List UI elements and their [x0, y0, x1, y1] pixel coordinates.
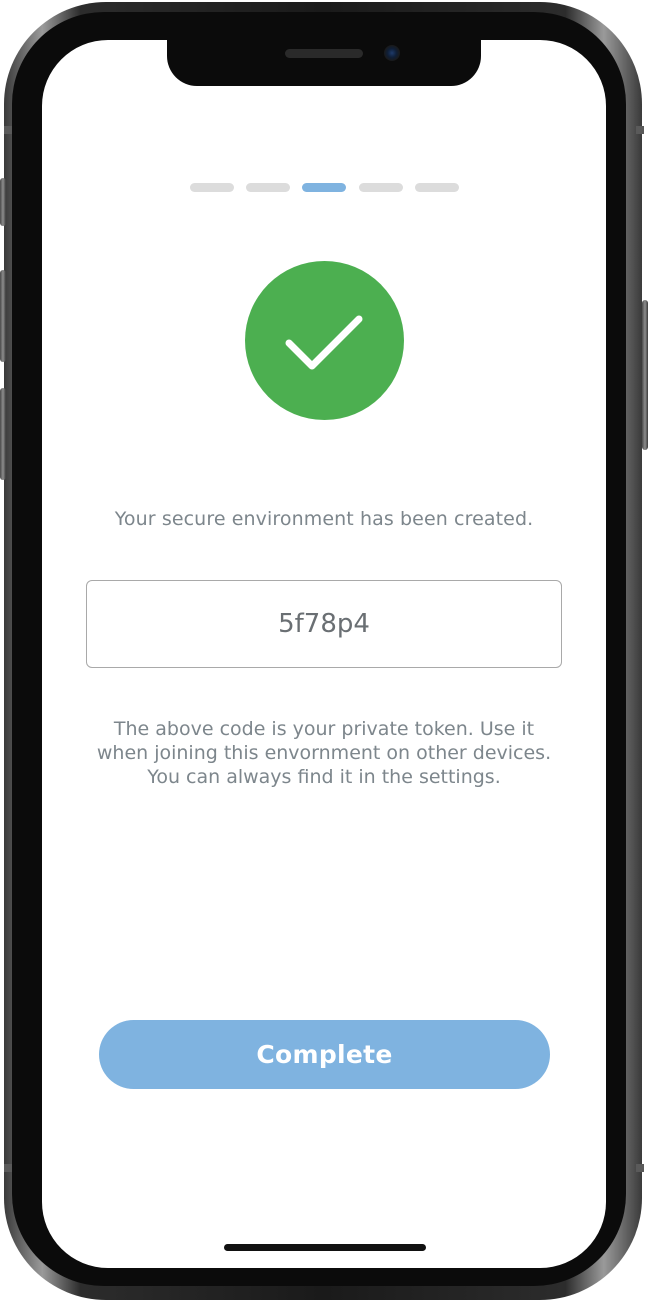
progress-step-1	[190, 183, 234, 192]
volume-up-button	[0, 270, 6, 362]
front-camera-icon	[384, 45, 400, 61]
antenna-line-right-top	[636, 126, 644, 134]
help-line-3: You can always find it in the settings.	[147, 766, 501, 788]
progress-step-2	[246, 183, 290, 192]
notch	[167, 40, 481, 86]
progress-step-4	[359, 183, 403, 192]
power-button	[642, 300, 648, 450]
token-help-text: The above code is your private token. Us…	[70, 717, 578, 789]
success-message: Your secure environment has been created…	[114, 508, 534, 530]
device-frame: Your secure environment has been created…	[0, 0, 648, 1308]
progress-step-5	[415, 183, 459, 192]
volume-down-button	[0, 388, 6, 480]
checkmark-icon	[285, 315, 363, 370]
antenna-line-left-bottom	[4, 1164, 12, 1172]
earpiece-speaker	[285, 49, 363, 58]
home-indicator[interactable]	[224, 1244, 426, 1251]
success-badge	[245, 261, 404, 420]
silent-switch	[0, 178, 6, 226]
complete-button[interactable]: Complete	[99, 1020, 550, 1089]
antenna-line-right-bottom	[636, 1164, 644, 1172]
antenna-line-left-top	[4, 126, 12, 134]
help-line-2: when joining this envornment on other de…	[96, 742, 552, 764]
private-token-field[interactable]: 5f78p4	[86, 580, 562, 668]
progress-step-3	[302, 183, 346, 192]
help-line-1: The above code is your private token. Us…	[113, 718, 535, 740]
